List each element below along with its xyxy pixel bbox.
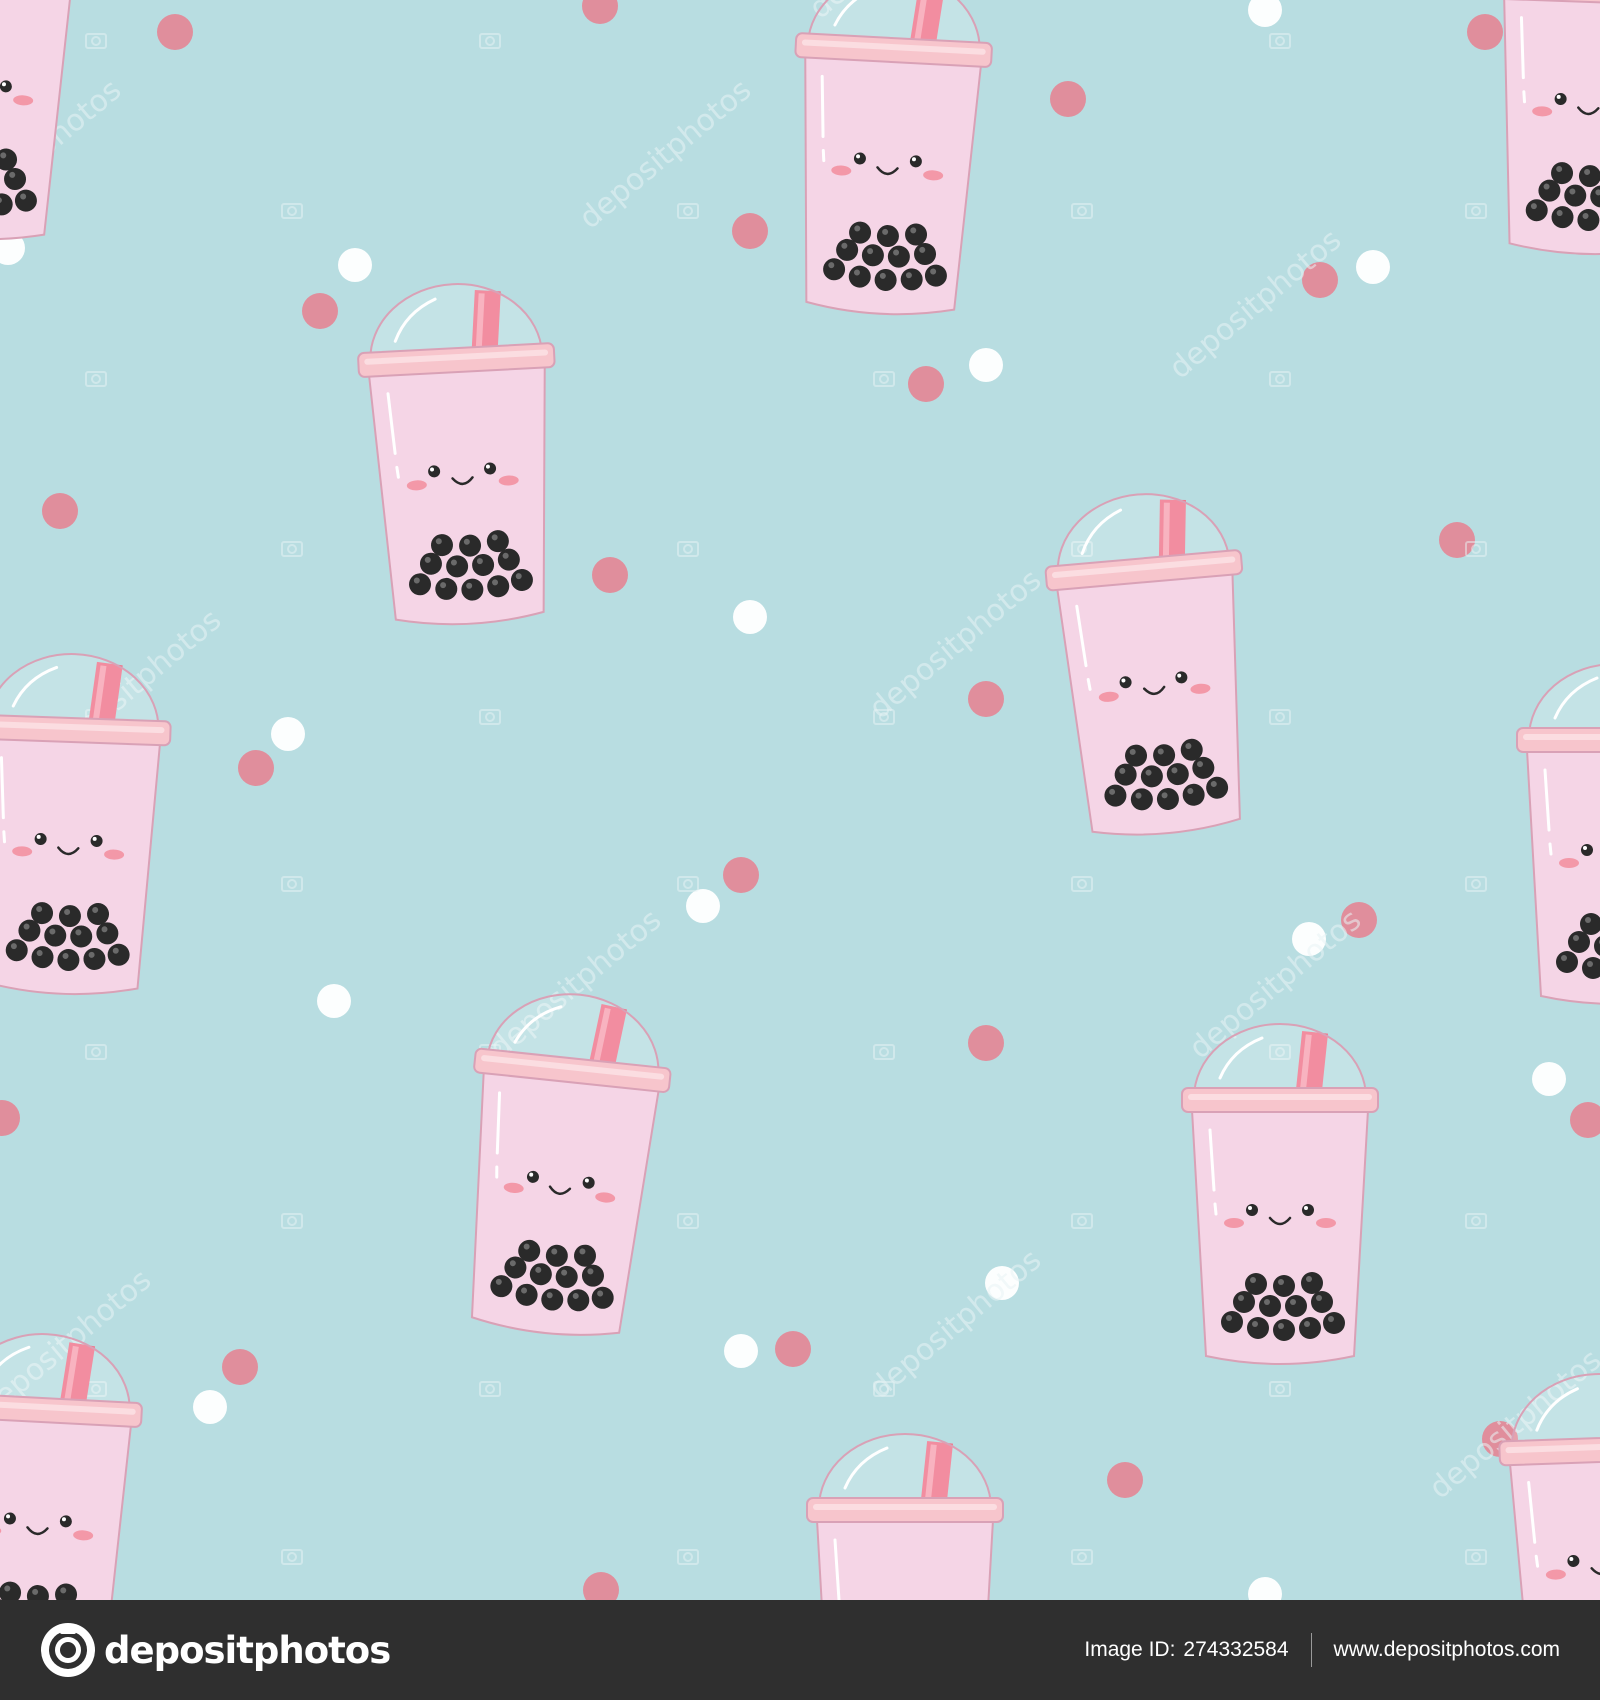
image-id-label: Image ID:	[1084, 1638, 1176, 1661]
image-meta: Image ID: 274332584 www.depositphotos.co…	[1084, 1633, 1560, 1667]
pink-dot	[968, 1025, 1004, 1061]
white-dot	[969, 348, 1003, 382]
pink-dot	[157, 14, 193, 50]
pink-dot	[1467, 14, 1503, 50]
pink-dot	[732, 213, 768, 249]
pink-dot	[42, 493, 78, 529]
white-dot	[338, 248, 372, 282]
brand-logo[interactable]: depositphotos	[40, 1622, 391, 1678]
boba-pattern-illustration: depositphotos depositphotos depositphotos d…	[0, 0, 1600, 1600]
pink-dot	[302, 293, 338, 329]
pink-dot	[723, 857, 759, 893]
footer-bar: depositphotos Image ID: 274332584 www.de…	[0, 1600, 1600, 1700]
pattern-canvas: depositphotosdepositphotosdepositphotos d…	[0, 0, 1600, 1600]
white-dot	[271, 717, 305, 751]
boba-cup	[1181, 1023, 1379, 1365]
footer-divider	[1310, 1633, 1312, 1667]
pink-dot	[1439, 522, 1475, 558]
white-dot	[724, 1334, 758, 1368]
white-dot	[686, 889, 720, 923]
pink-dot	[1107, 1462, 1143, 1498]
white-dot	[1356, 250, 1390, 284]
white-dot	[733, 600, 767, 634]
white-dot	[317, 984, 351, 1018]
pink-dot	[592, 557, 628, 593]
cup-body	[815, 1519, 995, 1600]
pink-dot	[238, 750, 274, 786]
cup-body	[0, 1414, 133, 1600]
pink-dot	[775, 1331, 811, 1367]
pink-dot	[222, 1349, 258, 1385]
site-url[interactable]: www.depositphotos.com	[1334, 1638, 1560, 1662]
image-id-value: 274332584	[1183, 1638, 1289, 1661]
camera-shutter-icon	[41, 1623, 95, 1677]
pink-dot	[1050, 81, 1086, 117]
white-dot	[193, 1390, 227, 1424]
pink-dot	[968, 681, 1004, 717]
white-dot	[1532, 1062, 1566, 1096]
pink-dot	[908, 366, 944, 402]
brand-name: depositphotos	[104, 1628, 391, 1672]
